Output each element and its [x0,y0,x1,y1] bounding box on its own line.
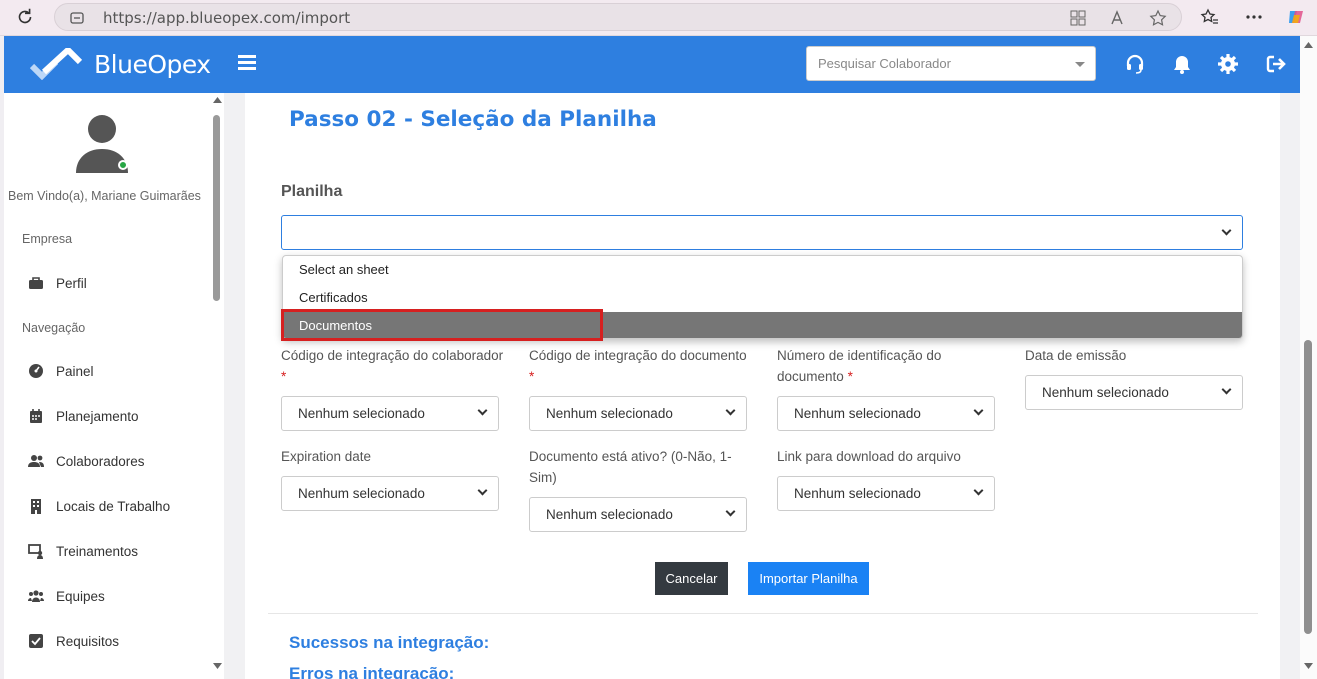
field-label: Data de emissão [1025,348,1127,363]
required-asterisk: * [529,369,535,384]
select-collaborator-code[interactable]: Nenhum selecionado [281,396,499,431]
checkbox-icon [29,634,43,648]
highlight-box [281,309,603,341]
sidebar-item-painel[interactable]: Painel [28,359,94,383]
chevron-down-icon [477,485,488,496]
training-icon [28,544,43,559]
copilot-icon[interactable] [1286,7,1306,27]
required-asterisk: * [847,369,853,384]
chevron-down-icon [1221,225,1232,236]
page-title: Passo 02 - Seleção da Planilha [289,107,657,132]
dropdown-option[interactable]: Certificados [283,284,1242,312]
field-label: Expiration date [281,449,372,464]
calendar-icon [30,409,42,423]
select-expiration-date[interactable]: Nenhum selecionado [281,476,499,511]
online-status-dot [118,160,128,170]
planilha-label: Planilha [281,183,343,200]
sidebar-scrollbar-thumb[interactable] [213,115,220,301]
sidebar-item-label: Equipes [56,588,105,604]
app-header: BlueOpex Pesquisar Colaborador [4,36,1300,93]
planilha-select[interactable] [281,215,1243,250]
caret-down-icon [1075,62,1085,67]
collaborator-search-select[interactable]: Pesquisar Colaborador [806,46,1096,81]
sidebar-item-requisitos[interactable]: Requisitos [28,629,119,653]
url-text[interactable]: https://app.blueopex.com/import [103,9,350,27]
reload-icon[interactable] [14,6,36,28]
apps-icon[interactable] [1069,9,1087,27]
sidebar-item-label: Requisitos [56,633,120,649]
bell-notification-icon[interactable] [1171,53,1193,75]
import-spreadsheet-button[interactable]: Importar Planilha [748,562,869,595]
brand-name[interactable]: BlueOpex [94,50,211,79]
sidebar-item-label: Colaboradores [56,453,145,469]
sidebar-item-planejamento[interactable]: Planejamento [28,404,139,428]
sidebar-item-locais-de-trabalho[interactable]: Locais de Trabalho [28,494,170,518]
team-icon [28,590,44,602]
chevron-down-icon [1221,384,1232,395]
error-results-title: Erros na integração: [289,664,455,679]
chevron-down-icon [973,485,984,496]
sidebar-item-label: Perfil [56,275,87,291]
welcome-text: Bem Vindo(a), Mariane Guimarães [8,189,201,203]
sidebar-item-label: Planejamento [56,408,139,424]
chevron-down-icon [725,506,736,517]
section-label-company: Empresa [22,232,73,246]
sidebar-item-label: Painel [56,363,94,379]
sidebar-item-perfil[interactable]: Perfil [28,271,87,295]
chevron-down-icon [973,405,984,416]
address-bar[interactable]: https://app.blueopex.com/import [54,3,1182,31]
users-icon [28,455,44,467]
required-asterisk: * [281,369,287,384]
sidebar-item-treinamentos[interactable]: Treinamentos [28,539,138,563]
browser-toolbar: https://app.blueopex.com/import [0,0,1317,36]
site-info-icon[interactable] [69,10,85,26]
field-label: Documento está ativo? (0-Não, 1-Sim) [529,449,732,485]
field-label: Código de integração do documento * [529,348,747,384]
divider [268,613,1258,614]
chevron-down-icon [477,405,488,416]
dropdown-option[interactable]: Select an sheet [283,256,1242,284]
sidebar-item-label: Locais de Trabalho [56,498,171,514]
sidebar-item-equipes[interactable]: Equipes [28,584,105,608]
favorites-icon[interactable] [1200,7,1220,27]
building-icon [31,499,41,514]
sidebar-item-label: Treinamentos [56,543,139,559]
gear-settings-icon[interactable] [1217,53,1239,75]
menu-toggle-icon[interactable] [238,55,256,71]
logout-icon[interactable] [1265,53,1287,75]
sidebar-item-colaboradores[interactable]: Colaboradores [28,449,145,473]
field-label: Código de integração do colaborador * [281,348,504,384]
briefcase-icon [29,277,43,289]
select-document-active[interactable]: Nenhum selecionado [529,497,747,532]
chevron-down-icon [725,405,736,416]
blueopex-logo-icon[interactable] [30,48,84,80]
select-document-number[interactable]: Nenhum selecionado [777,396,995,431]
cancel-button[interactable]: Cancelar [655,562,728,595]
page-scrollbar-thumb[interactable] [1304,340,1312,634]
select-document-code[interactable]: Nenhum selecionado [529,396,747,431]
search-placeholder: Pesquisar Colaborador [818,56,951,71]
field-label: Link para download do arquivo [777,449,961,464]
more-menu-icon[interactable] [1244,7,1264,27]
success-results-title: Sucessos na integração: [289,633,490,652]
select-issue-date[interactable]: Nenhum selecionado [1025,375,1243,410]
dashboard-icon [29,364,43,378]
sidebar: Bem Vindo(a), Mariane Guimarães Empresa … [4,93,224,679]
read-aloud-icon[interactable] [1109,9,1127,27]
favorite-star-icon[interactable] [1149,9,1167,27]
section-label-nav: Navegação [22,321,86,335]
field-label: Número de identificação do documento * [777,348,942,384]
select-download-link[interactable]: Nenhum selecionado [777,476,995,511]
headset-support-icon[interactable] [1124,53,1146,75]
